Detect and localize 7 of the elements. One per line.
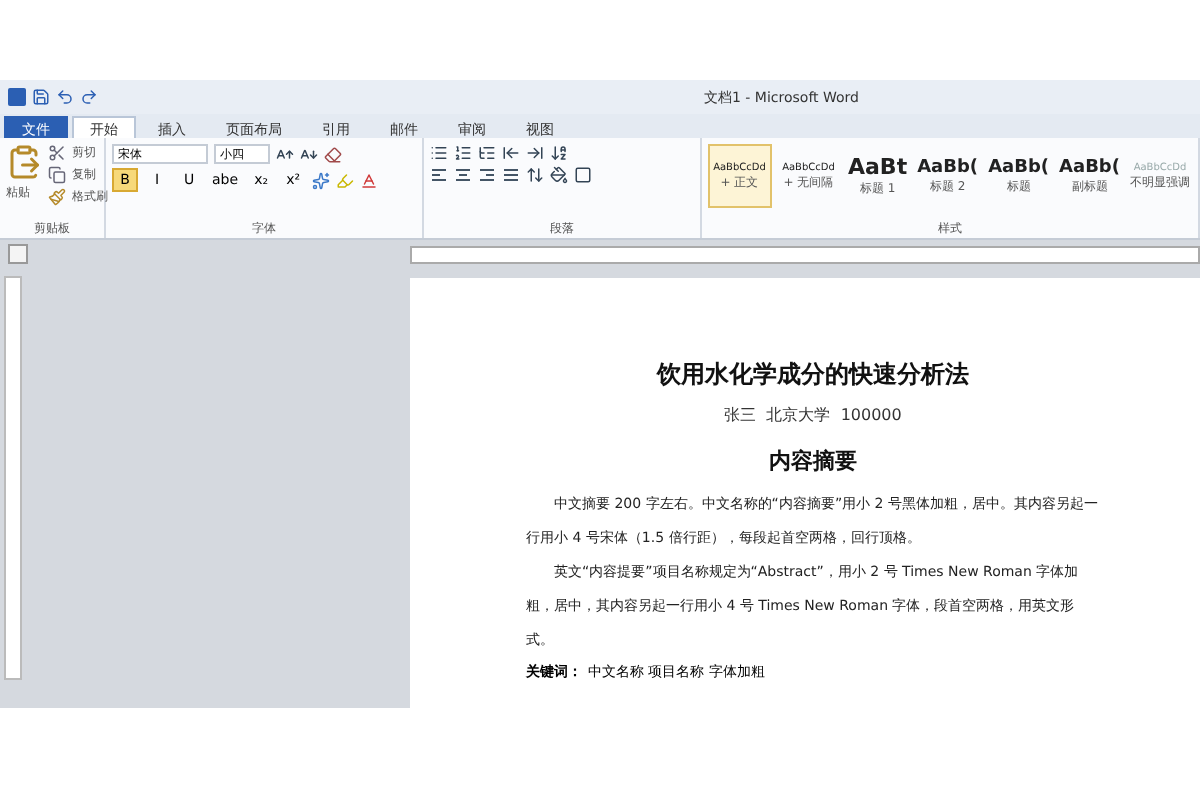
document-title: 饮用水化学成分的快速分析法	[657, 358, 969, 392]
style-sample: AaBb(	[917, 157, 979, 177]
style-sample: AaBb(	[988, 157, 1050, 177]
section-heading: 内容摘要	[769, 446, 857, 476]
author-line: 张三 北京大学 100000	[724, 404, 902, 426]
style-sample: AaBt	[848, 154, 908, 180]
style-sample: AaBb(	[1059, 157, 1120, 177]
